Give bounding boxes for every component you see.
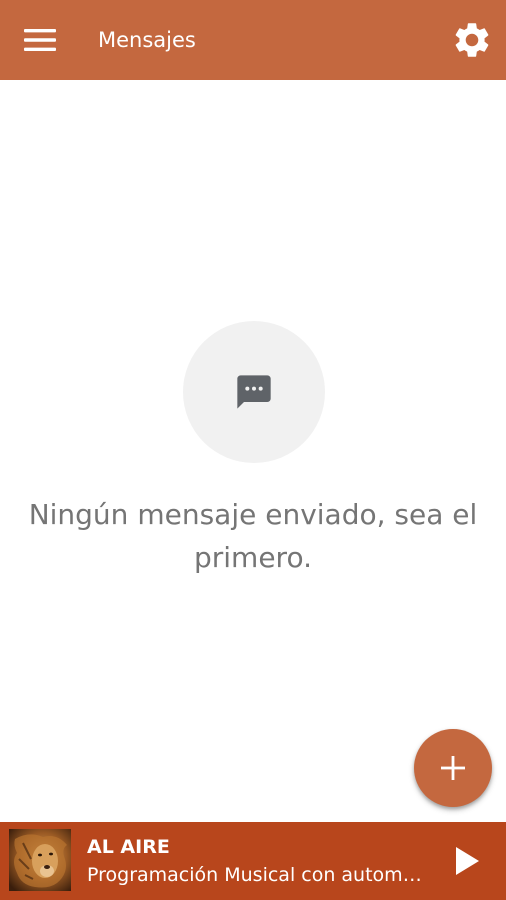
settings-button[interactable] (448, 16, 496, 64)
chat-bubble-icon (237, 375, 271, 409)
play-icon (456, 847, 479, 875)
play-button[interactable] (444, 838, 490, 884)
page-title: Mensajes (98, 28, 196, 52)
now-playing-title: Programación Musical con automatización (87, 864, 427, 886)
top-app-bar: Mensajes (0, 0, 506, 80)
empty-state-message: Ningún mensaje enviado, sea el primero. (28, 498, 478, 574)
gear-icon (455, 23, 489, 57)
plus-icon (441, 756, 465, 780)
lion-cover-art (9, 829, 71, 891)
menu-button[interactable] (14, 16, 66, 64)
on-air-label: AL AIRE (87, 836, 170, 858)
hamburger-menu-icon (24, 29, 56, 51)
empty-state-icon-circle (183, 321, 325, 463)
radio-player-bar[interactable]: AL AIRE Programación Musical con automat… (0, 822, 506, 900)
app-screen: Mensajes Ningún mensaje enviado, sea el … (0, 0, 506, 900)
new-message-button[interactable] (414, 729, 492, 807)
